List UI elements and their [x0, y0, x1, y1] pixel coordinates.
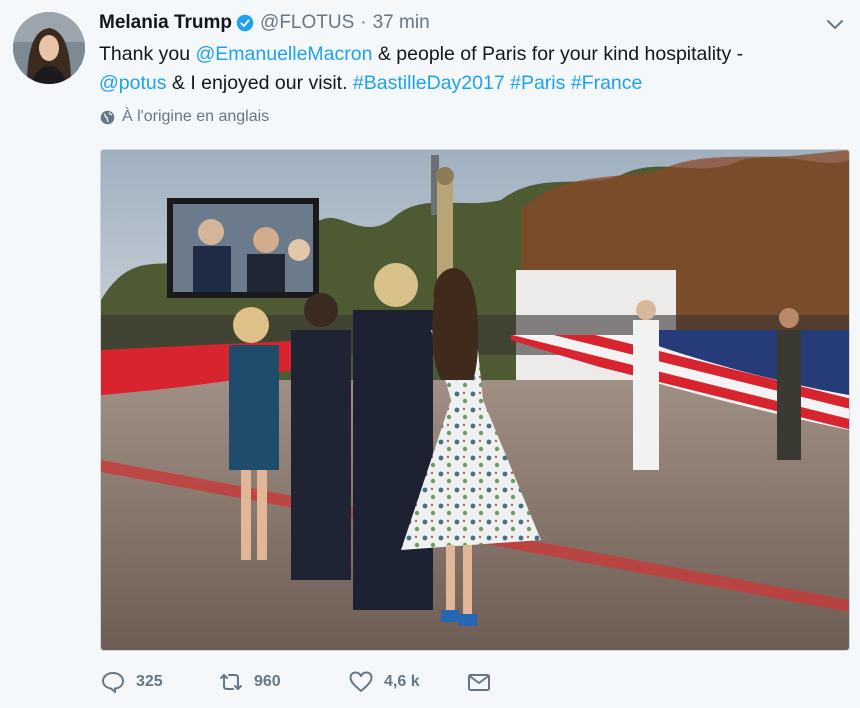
- translation-note[interactable]: À l'origine en anglais: [99, 108, 269, 126]
- text-part: & people of Paris for your kind hospital…: [372, 43, 744, 65]
- tweet-photo[interactable]: [100, 149, 850, 651]
- tweet-actions: 325 960 4,6 k: [100, 668, 502, 696]
- like-count: 4,6 k: [384, 673, 420, 690]
- retweet-icon: [220, 674, 242, 690]
- hashtag-france[interactable]: #France: [571, 72, 643, 94]
- author-name[interactable]: Melania Trump: [99, 12, 232, 34]
- separator-dot: ·: [360, 12, 367, 33]
- tweet-timestamp[interactable]: 37 min: [373, 12, 430, 34]
- verified-badge-icon: [236, 14, 254, 32]
- tweet-header: Melania Trump @FLOTUS · 37 min: [99, 10, 430, 36]
- direct-message-button[interactable]: [466, 669, 502, 695]
- hashtag-paris[interactable]: #Paris: [510, 72, 565, 94]
- reply-count: 325: [136, 673, 163, 690]
- avatar[interactable]: [13, 12, 85, 84]
- parade-photo: [101, 150, 849, 650]
- reply-icon: [102, 672, 124, 693]
- like-icon: [349, 671, 373, 692]
- text-part: & I enjoyed our visit.: [166, 72, 353, 94]
- text-part: Thank you: [99, 43, 196, 65]
- author-handle[interactable]: @FLOTUS: [260, 12, 354, 34]
- tweet-text: Thank you @EmanuelleMacron & people of P…: [99, 40, 839, 98]
- mention-potus[interactable]: @potus: [99, 72, 167, 94]
- mention-emanuellemacron[interactable]: @EmanuelleMacron: [195, 43, 372, 65]
- reply-button[interactable]: 325: [100, 669, 218, 695]
- retweet-count: 960: [254, 673, 281, 690]
- translation-label: À l'origine en anglais: [122, 108, 270, 125]
- retweet-button[interactable]: 960: [218, 669, 348, 695]
- globe-icon: [100, 110, 115, 124]
- tweet: Melania Trump @FLOTUS · 37 min Thank you…: [0, 0, 860, 708]
- chevron-down-icon[interactable]: [824, 13, 846, 35]
- direct-message-icon: [468, 674, 490, 691]
- like-button[interactable]: 4,6 k: [348, 669, 466, 695]
- hashtag-bastilleday2017[interactable]: #BastilleDay2017: [353, 72, 505, 94]
